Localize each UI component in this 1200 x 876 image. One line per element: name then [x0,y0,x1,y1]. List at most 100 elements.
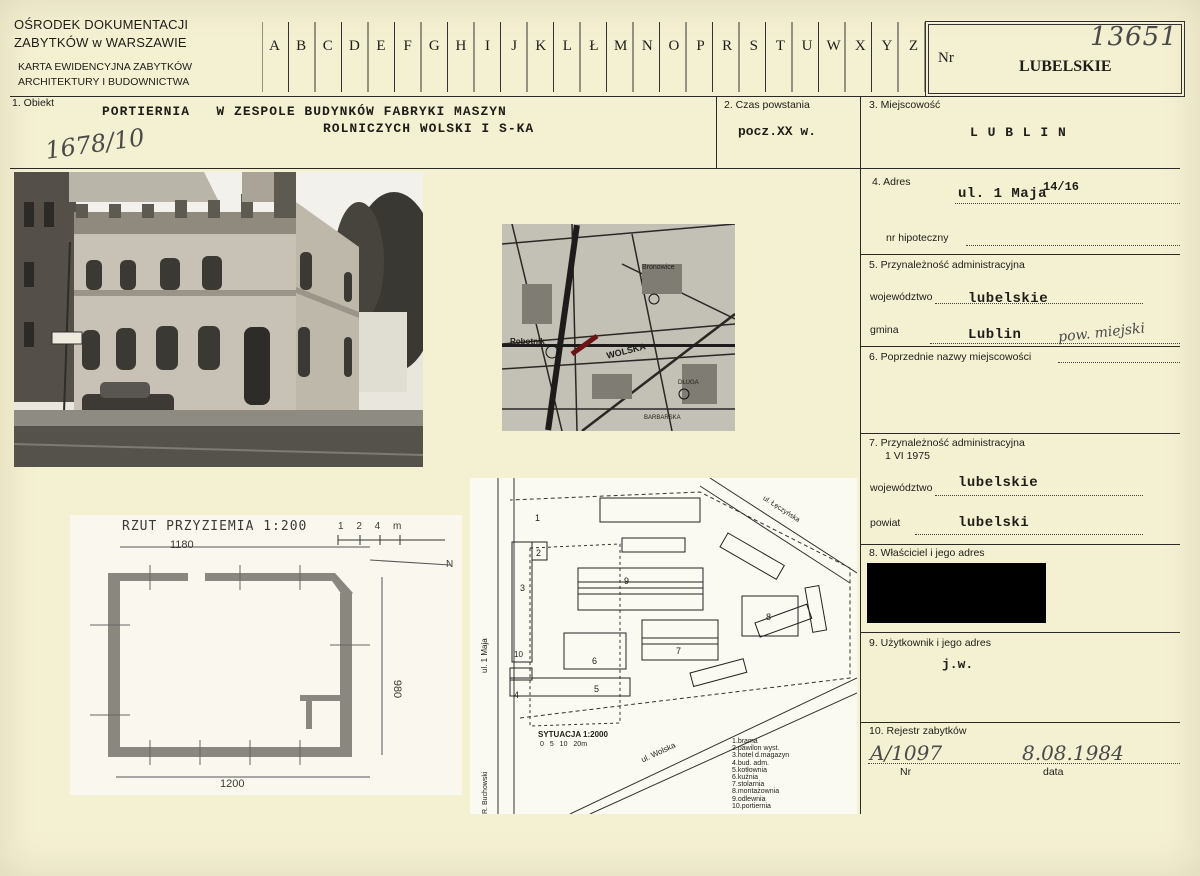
letter-p: P [696,38,705,54]
register-data-label: data [1043,766,1064,778]
legend-item: 8.montażownia [732,788,780,796]
voivodeship-1975-value: lubelskie [958,475,1039,491]
card-type-line-1: KARTA EWIDENCYJNA ZABYTKÓW [18,61,193,73]
map-label-bronowice: Bronowice [642,264,675,271]
site-plan-title: SYTUACJA 1:2000 [538,730,608,739]
legend-item: 6.kuźnia [732,774,759,782]
voivodeship-1975-label: województwo [870,482,933,494]
handwritten-card-number: 13651 [1090,22,1178,52]
letter-y: Y [881,38,893,54]
letter-i: I [485,38,490,54]
voivodeship-value: lubelskie [968,291,1049,307]
floor-plan: RZUT PRZYZIEMIA 1:200 1 2 4 m 1180 1200 … [70,515,462,795]
street-label-1-maja: ul. 1 Maja [480,638,489,673]
site-number-3: 3 [520,583,526,593]
letter-g: G [428,38,440,54]
letter-f: F [403,38,412,54]
legend-item: 2.pawilon wyst. [732,745,780,753]
object-name-line-1: PORTIERNIA W ZESPOLE BUDYNKÓW FABRYKI MA… [102,104,507,119]
site-number-1: 1 [535,513,541,523]
region-name: LUBELSKIE [1019,58,1112,75]
card-type-line-2: ARCHITEKTURY I BUDOWNICTWA [18,76,190,88]
letter-a: A [269,38,280,54]
letter-l-stroke: Ł [589,38,599,54]
admin-affiliation-label: 5. Przynależność administracyjna [869,259,1025,271]
object-label: 1. Obiekt [12,97,55,109]
header-divider [10,96,1180,97]
letter-d: D [348,38,360,54]
floor-plan-scale: 1 2 4 m [338,521,402,532]
letter-s: S [749,38,758,54]
section9-divider [860,722,1180,723]
commune-dotline [930,343,1180,344]
map-label-barbarska: BARBARSKA [644,415,681,421]
redaction-block [867,563,1046,623]
locality-label: 3. Miejscowość [869,99,941,111]
letter-r: R [722,38,733,54]
admin-1975-label: 7. Przynależność administracyjna [869,437,1025,449]
district-dotline [915,534,1143,535]
creation-time-label: 2. Czas powstania [724,99,810,111]
site-number-5: 5 [594,684,600,694]
dimension-right: 980 [391,679,404,699]
dimension-bottom: 1200 [220,778,245,790]
legend-item: 4.bud. adm. [732,759,769,767]
register-nr-label: Nr [900,766,912,778]
voivodeship-1975-dotline [935,495,1143,496]
site-plan: SYTUACJA 1:2000 0 5 10 20m ul. 1 Maja ul… [470,478,857,814]
letter-t: T [775,38,785,54]
section5-divider [860,346,1180,347]
register-number: A/1097 [870,741,943,765]
letter-m: M [613,38,628,54]
legend-item: 7.stolarnia [732,781,765,789]
mortgage-number-label: nr hipoteczny [886,232,949,244]
creation-time-value: pocz.XX w. [738,124,817,139]
former-names-label: 6. Poprzednie nazwy miejscowości [869,351,1032,363]
address-number: 14/16 [1043,180,1080,194]
location-map: WOLSKA Robotnik BARBARSKA Bronowice DŁUG… [502,224,735,431]
legend-item: 5.kotłownia [732,766,768,774]
institution-line-1: OŚRODEK DOKUMENTACJI [14,17,189,32]
mortgage-dotline [966,245,1180,246]
map-label-robotnik: Robotnik [510,337,545,346]
right-column-divider [860,96,861,814]
district-label: powiat [870,517,901,529]
letter-n: N [641,38,653,54]
object-name-line-2: ROLNICZYCH WOLSKI I S-KA [323,121,535,136]
legend-item: 1.brama [732,738,758,745]
address-street: ul. 1 Maja [958,186,1048,202]
letter-u: U [801,38,813,54]
letter-w: W [826,38,841,54]
site-number-2: 2 [536,548,542,558]
commune-value: Lublin [968,327,1022,343]
legend-item: 10.portiernia [732,802,771,810]
institution-line-2: ZABYTKÓW w WARSZAWIE [14,35,187,50]
card-type: KARTA EWIDENCYJNA ZABYTKÓW ARCHITEKTURY … [18,61,192,89]
admin-1975-date: 1 VI 1975 [885,450,930,462]
letter-h: H [455,38,467,54]
register-date: 8.08.1984 [1022,741,1124,765]
legend-item: 3.hotel d.magazyn [732,752,790,760]
letter-k: K [535,38,547,54]
inventory-card: OŚRODEK DOKUMENTACJI ZABYTKÓW w WARSZAWI… [0,0,1200,876]
street-label-buchowski: R. Buchowski [482,771,489,814]
map-label-dluga: DŁUGA [678,380,699,386]
district-value: lubelski [958,515,1030,531]
alphabet-grid [262,22,926,92]
letter-o: O [668,38,680,54]
address-label: 4. Adres [872,176,911,188]
institution-name: OŚRODEK DOKUMENTACJI ZABYTKÓW w WARSZAWI… [14,17,188,50]
letter-z: Z [908,38,919,54]
register-label: 10. Rejestr zabytków [869,725,967,737]
locality-value: L U B L I N [970,125,1067,140]
dimension-top: 1180 [170,539,194,551]
section7-divider [860,544,1180,545]
site-number-8: 8 [766,612,772,622]
floor-plan-title: RZUT PRZYZIEMIA 1:200 [122,519,308,534]
register-dotline [868,763,1180,764]
site-plan-legend: 1.brama 2.pawilon wyst. 3.hotel d.magazy… [732,738,789,810]
user-value: j.w. [942,657,974,672]
section1-divider [10,168,1180,169]
north-arrow-label: N [446,559,454,570]
commune-label: gmina [870,324,899,336]
